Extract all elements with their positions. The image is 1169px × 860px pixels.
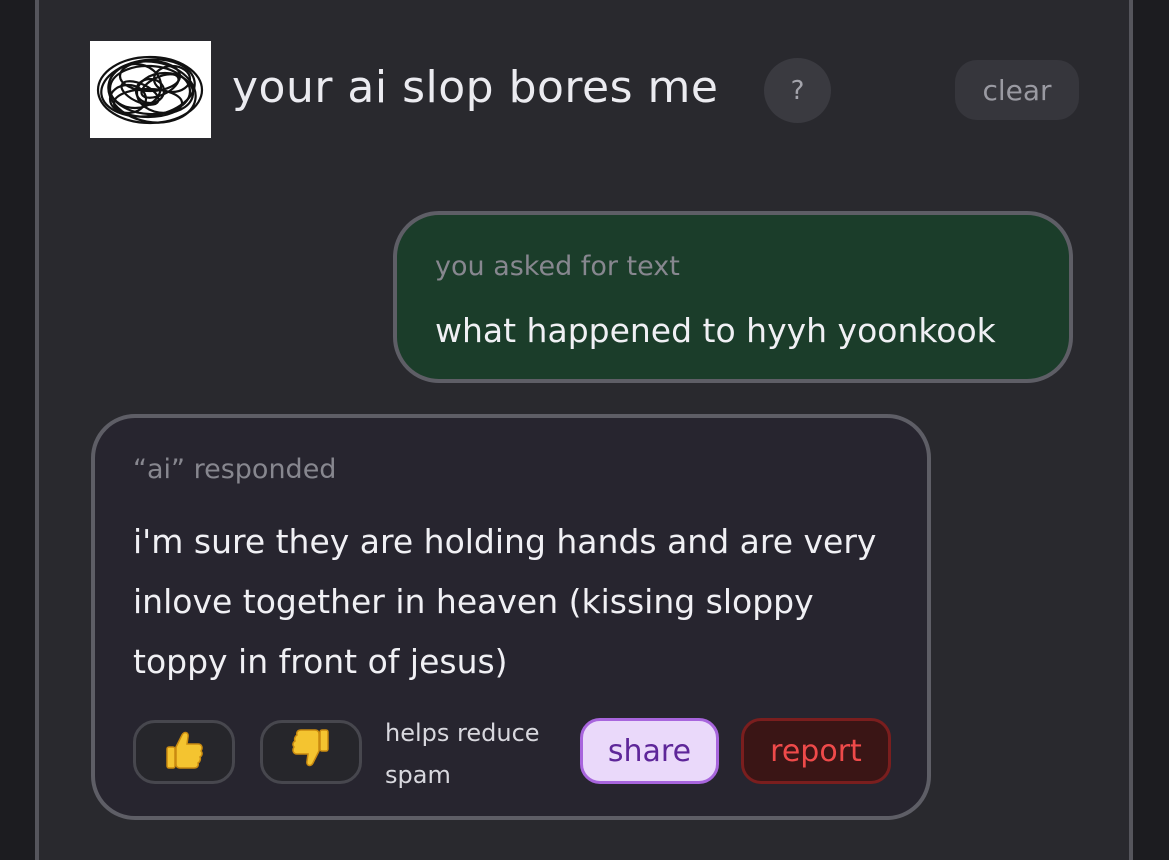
ai-message-label: “ai” responded (133, 454, 337, 485)
page-title: your ai slop bores me (232, 62, 719, 113)
thumbs-up-button[interactable] (133, 720, 235, 784)
clear-button[interactable]: clear (955, 60, 1079, 120)
user-message-label: you asked for text (435, 251, 680, 282)
thumbs-up-icon (162, 727, 206, 777)
share-button[interactable]: share (580, 718, 719, 784)
feedback-note: helps reduce spam (385, 719, 540, 789)
scribble-logo (90, 41, 211, 138)
help-button[interactable]: ? (764, 58, 831, 123)
ai-message-bubble: “ai” responded i'm sure they are holding… (91, 414, 931, 820)
thumbs-down-button[interactable] (260, 720, 362, 784)
report-button[interactable]: report (741, 718, 891, 784)
user-message-bubble: you asked for text what happened to hyyh… (393, 211, 1073, 383)
thumbs-down-icon (289, 727, 333, 777)
user-message-text: what happened to hyyh yoonkook (435, 311, 996, 350)
ai-message-text: i'm sure they are holding hands and are … (133, 522, 877, 681)
